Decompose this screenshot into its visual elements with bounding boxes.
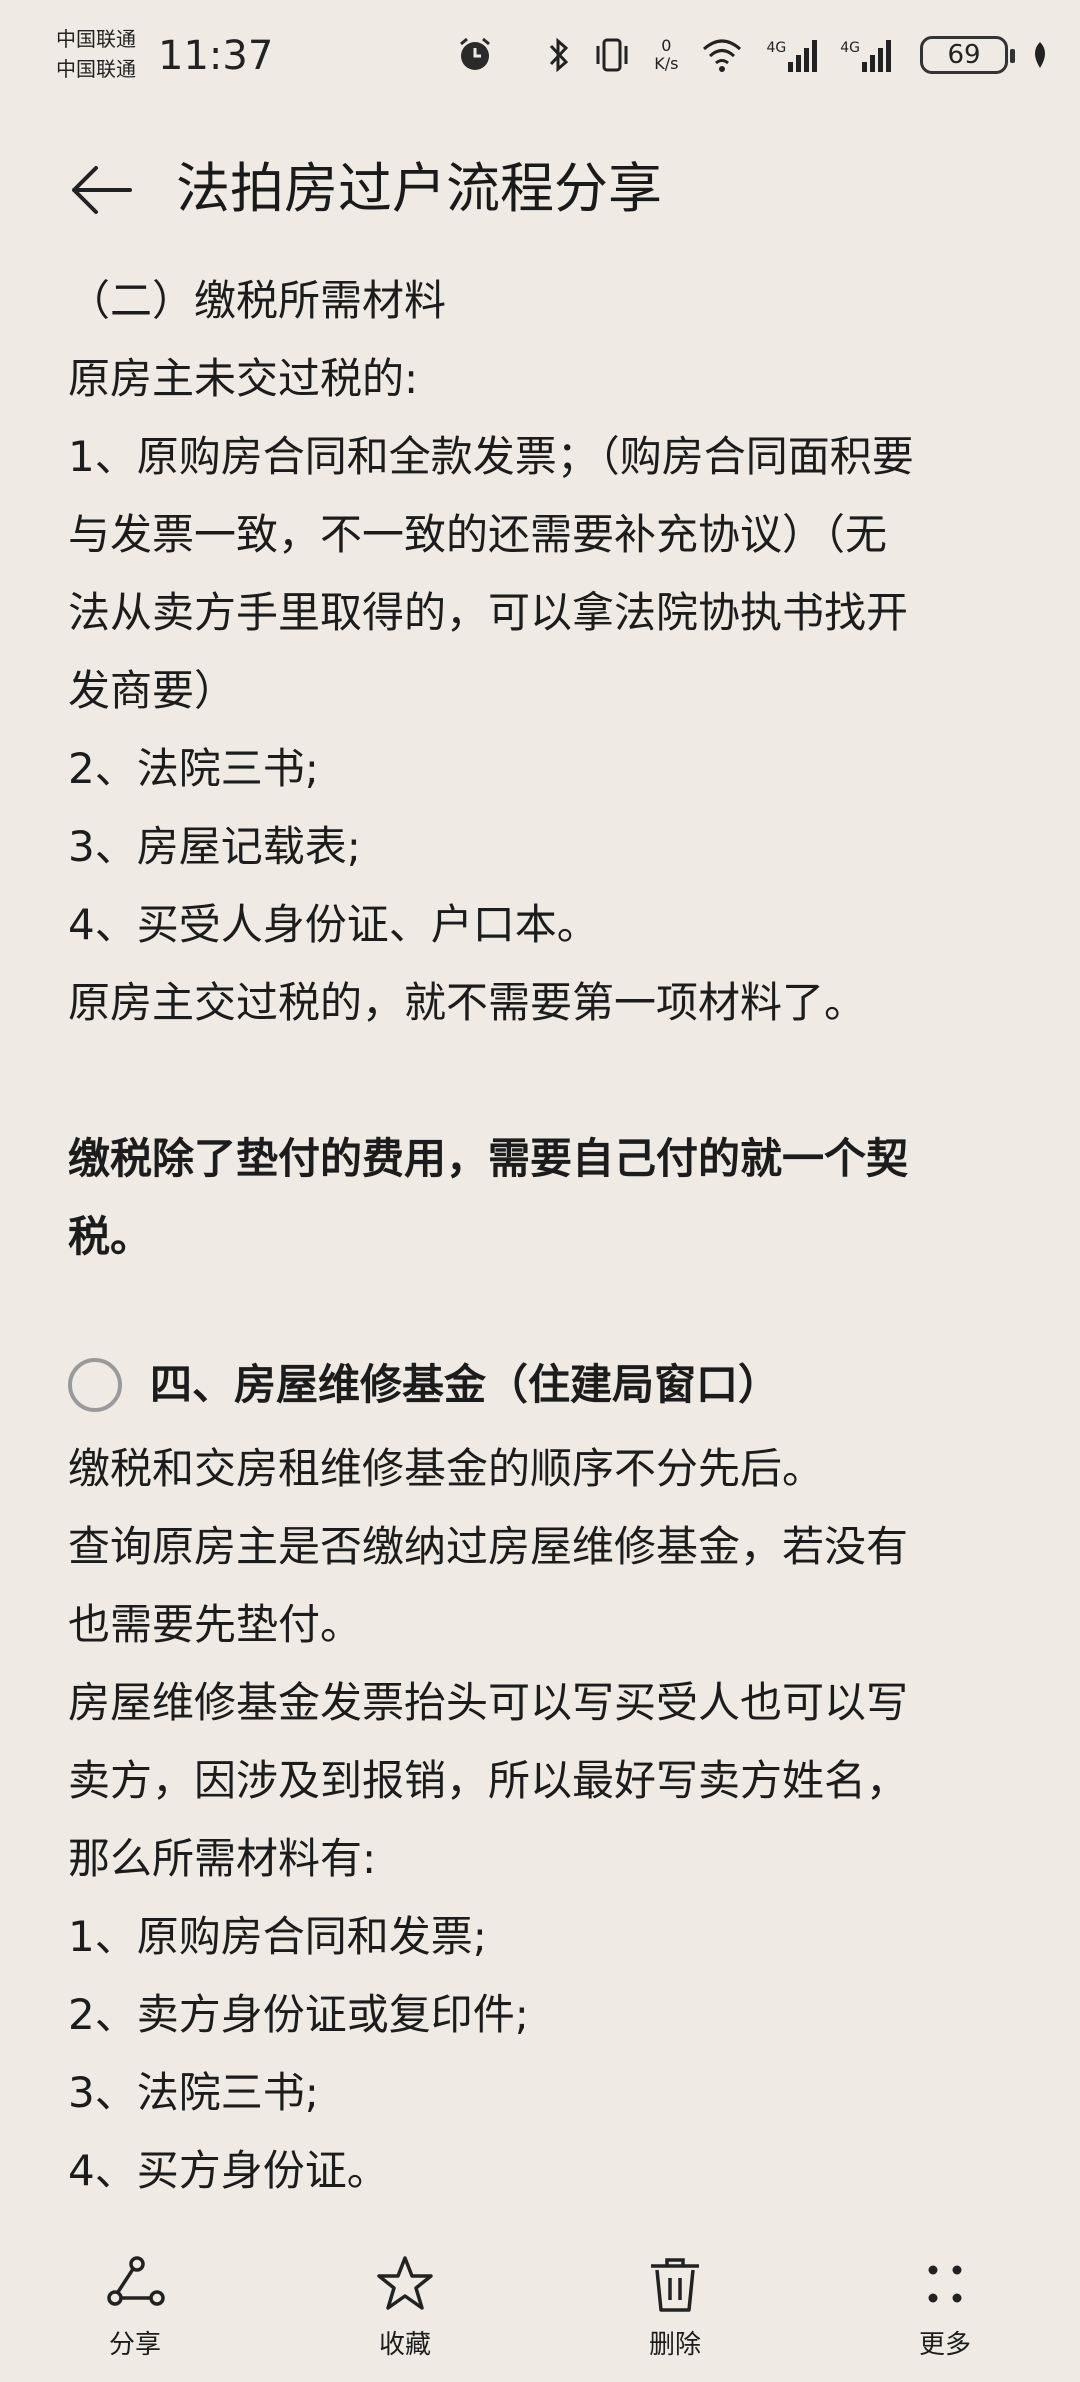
battery-level: 69 bbox=[920, 36, 1015, 74]
battery: 69 bbox=[920, 36, 1015, 74]
text-line: 查询原房主是否缴纳过房屋维修基金，若没有 bbox=[68, 1522, 909, 1571]
bottom-action-bar: 分享 收藏 删除 更多 bbox=[0, 2228, 1080, 2382]
text-line: 4、买方身份证。 bbox=[68, 2146, 389, 2195]
bold-note: 缴税除了垫付的费用，需要自己付的就一个契 bbox=[68, 1134, 909, 1183]
delete-label: 删除 bbox=[648, 2330, 701, 2360]
signal-2-icon bbox=[862, 40, 891, 72]
checkbox-circle-icon[interactable] bbox=[68, 1358, 122, 1412]
note-content: （二）缴税所需材料 原房主未交过税的: 1、原购房合同和全款发票；（购房合同面积… bbox=[68, 262, 1018, 2210]
text-line: 1、原购房合同和全款发票；（购房合同面积要 bbox=[68, 432, 914, 481]
more-button[interactable]: 更多 bbox=[845, 2228, 1045, 2361]
text-line: 3、房屋记载表; bbox=[68, 822, 361, 871]
vibrate-icon bbox=[592, 36, 632, 74]
section-heading-text: 四、房屋维修基金（住建局窗口） bbox=[150, 1360, 781, 1409]
page-title: 法拍房过户流程分享 bbox=[176, 157, 662, 220]
text-line: 与发票一致，不一致的还需要补充协议）（无 bbox=[68, 510, 888, 559]
section-heading: 四、房屋维修基金（住建局窗口） bbox=[68, 1340, 1018, 1430]
carrier-1: 中国联通 bbox=[56, 27, 136, 51]
alarm-icon bbox=[455, 34, 495, 78]
signal-2: 4G bbox=[840, 38, 892, 72]
more-label: 更多 bbox=[918, 2330, 971, 2360]
leaf-icon bbox=[1030, 40, 1050, 70]
status-bar: 中国联通 中国联通 11:37 0 K/s 4G 4G 69 bbox=[0, 0, 1080, 110]
text-line: 缴税和交房租维修基金的顺序不分先后。 bbox=[68, 1444, 825, 1493]
text-line: 那么所需材料有: bbox=[68, 1834, 377, 1883]
net-speed-unit: K/s bbox=[654, 54, 679, 73]
clock: 11:37 bbox=[158, 33, 274, 79]
delete-button[interactable]: 删除 bbox=[575, 2228, 775, 2361]
bluetooth-icon bbox=[548, 36, 570, 74]
header: 法拍房过户流程分享 bbox=[0, 140, 1080, 240]
star-icon bbox=[377, 2256, 433, 2310]
text-line: 3、法院三书; bbox=[68, 2068, 319, 2117]
share-label: 分享 bbox=[108, 2330, 161, 2360]
back-arrow-icon bbox=[72, 166, 132, 214]
carrier-2: 中国联通 bbox=[56, 57, 136, 81]
text-line: 2、卖方身份证或复印件; bbox=[68, 1990, 529, 2039]
text-line: 4、买受人身份证、户口本。 bbox=[68, 900, 599, 949]
text-line: 卖方，因涉及到报销，所以最好写卖方姓名， bbox=[68, 1756, 909, 1805]
text-line: 也需要先垫付。 bbox=[68, 1600, 363, 1649]
text-line: 1、原购房合同和发票; bbox=[68, 1912, 487, 1961]
text-line: 发商要） bbox=[68, 666, 237, 715]
signal-2-label: 4G bbox=[840, 40, 860, 56]
text-line: 原房主交过税的，就不需要第一项材料了。 bbox=[68, 978, 867, 1027]
share-button[interactable]: 分享 bbox=[35, 2228, 235, 2361]
wifi-icon bbox=[700, 37, 744, 73]
text-line: 法从卖方手里取得的，可以拿法院协执书找开 bbox=[68, 588, 909, 637]
text-line: 2、法院三书; bbox=[68, 744, 319, 793]
text-line: 原房主未交过税的: bbox=[68, 354, 419, 403]
trash-icon bbox=[651, 2258, 699, 2312]
signal-1-label: 4G bbox=[766, 40, 787, 56]
back-button[interactable] bbox=[66, 160, 136, 220]
text-line: （二）缴税所需材料 bbox=[68, 276, 447, 325]
signal-1: 4G bbox=[766, 38, 818, 72]
carrier-info: 中国联通 中国联通 bbox=[56, 24, 136, 84]
status-icons: 0 K/s 4G 4G 69 bbox=[548, 30, 1050, 80]
favorite-button[interactable]: 收藏 bbox=[305, 2228, 505, 2361]
signal-1-icon bbox=[788, 40, 818, 72]
net-speed: 0 K/s bbox=[654, 37, 678, 73]
net-speed-value: 0 bbox=[661, 36, 672, 55]
more-dots-icon bbox=[928, 2265, 962, 2303]
favorite-label: 收藏 bbox=[378, 2330, 431, 2360]
bold-note: 税。 bbox=[68, 1212, 153, 1261]
text-line: 房屋维修基金发票抬头可以写买受人也可以写 bbox=[68, 1678, 909, 1727]
share-icon bbox=[107, 2256, 165, 2306]
